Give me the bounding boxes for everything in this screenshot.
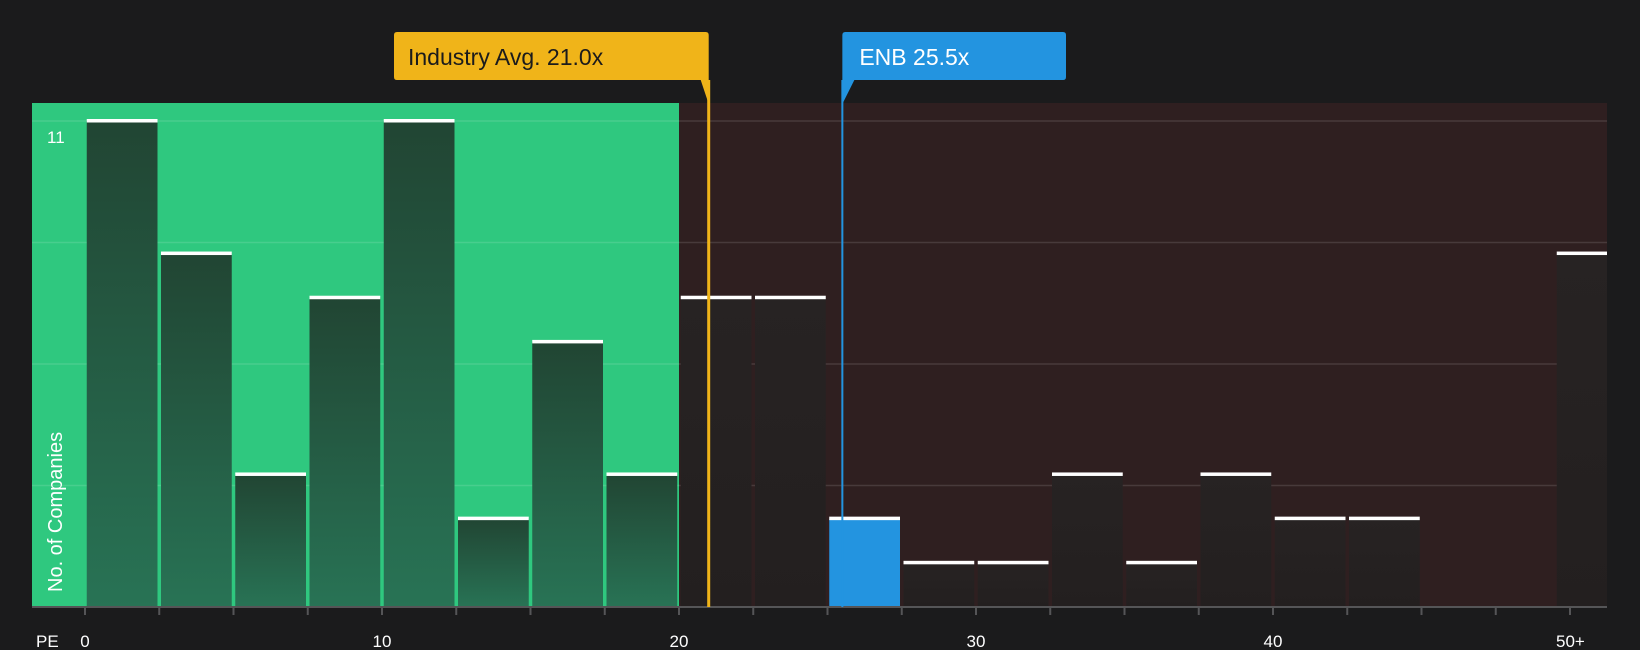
- bar-cap: [606, 472, 678, 476]
- bar-body: [977, 562, 1049, 607]
- histogram-bar: [1126, 560, 1197, 607]
- x-axis-label: PE: [36, 632, 59, 650]
- pe-distribution-chart: 0 10 20 30 40 50+ No. of Companies 11 PE Indu…: [0, 0, 1640, 650]
- bar-body: [680, 297, 752, 607]
- bar-cap: [903, 560, 975, 565]
- histogram-bar: [606, 472, 678, 607]
- histogram-bar: [309, 295, 381, 607]
- bar-cap: [86, 119, 158, 123]
- x-tick-label: 20: [670, 632, 689, 650]
- bar-cap: [161, 251, 232, 256]
- histogram-bar: [532, 339, 603, 607]
- bar-cap: [458, 516, 529, 521]
- x-tick-label: 30: [967, 632, 986, 650]
- bar-body: [829, 518, 900, 607]
- histogram-bar: [1052, 472, 1123, 607]
- bar-cap: [309, 295, 381, 300]
- histogram-bar: [1200, 472, 1272, 607]
- histogram-bar: [903, 560, 975, 607]
- bar-cap: [680, 295, 752, 300]
- bar-body: [309, 297, 381, 607]
- histogram-bar: [977, 560, 1049, 607]
- histogram-bar: [680, 295, 752, 607]
- bar-body: [606, 474, 678, 607]
- bar-body: [383, 121, 455, 607]
- histogram-bar: [235, 472, 306, 607]
- company-pe-label: ENB 25.5x: [859, 44, 969, 70]
- bar-body: [1126, 562, 1197, 607]
- bar-cap: [383, 119, 455, 123]
- bar-cap: [532, 339, 603, 344]
- bar-body: [1052, 474, 1123, 607]
- bar-cap: [235, 472, 306, 476]
- bar-cap: [1556, 251, 1607, 256]
- bar-body: [1274, 518, 1346, 607]
- x-tick-label: 10: [373, 632, 392, 650]
- bar-body: [532, 341, 603, 607]
- histogram-bar: [1274, 516, 1346, 607]
- histogram-bar-highlighted: [829, 516, 900, 607]
- bar-cap: [755, 295, 826, 300]
- histogram-bar: [1349, 516, 1420, 607]
- x-tick-label: 50+: [1556, 632, 1585, 650]
- bar-cap: [1126, 560, 1197, 565]
- histogram-bar: [383, 119, 455, 607]
- x-tick-label: 40: [1264, 632, 1283, 650]
- bar-body: [1556, 253, 1607, 607]
- bar-body: [1200, 474, 1272, 607]
- industry-average-label: Industry Avg. 21.0x: [408, 44, 604, 70]
- x-tick-label: 0: [80, 632, 89, 650]
- y-axis-label: No. of Companies: [45, 432, 67, 592]
- histogram-bar: [1556, 251, 1607, 607]
- bar-body: [458, 518, 529, 607]
- bar-body: [903, 562, 975, 607]
- y-axis-max-label: 11: [47, 128, 65, 147]
- bar-body: [755, 297, 826, 607]
- bar-body: [235, 474, 306, 607]
- bar-cap: [1052, 472, 1123, 476]
- histogram-bar: [458, 516, 529, 607]
- bar-cap: [1349, 516, 1420, 521]
- bar-body: [161, 253, 232, 607]
- histogram-bar: [755, 295, 826, 607]
- bar-body: [86, 121, 158, 607]
- bar-cap: [977, 560, 1049, 565]
- histogram-bar: [161, 251, 232, 607]
- histogram-bar: [86, 119, 158, 607]
- bar-body: [1349, 518, 1420, 607]
- bar-cap: [1200, 472, 1272, 476]
- bar-cap: [829, 516, 900, 521]
- bar-cap: [1274, 516, 1346, 521]
